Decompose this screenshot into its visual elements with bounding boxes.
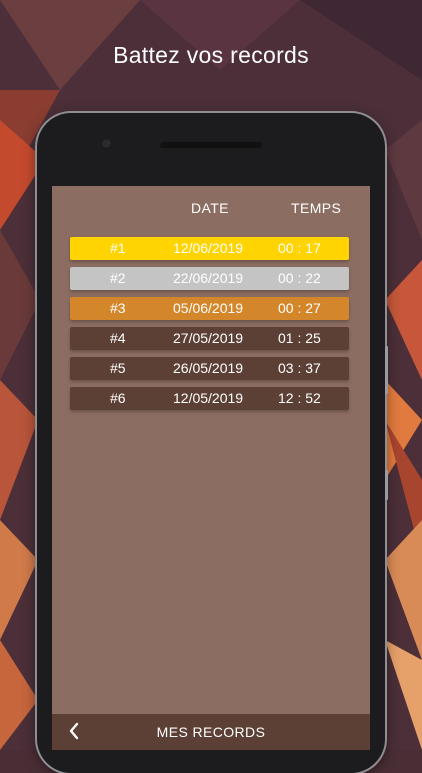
record-rank: #6 [110, 390, 126, 406]
record-time: 00 : 22 [278, 270, 321, 286]
record-date: 05/06/2019 [173, 300, 244, 316]
record-time: 03 : 37 [278, 360, 321, 376]
promo-title: Battez vos records [113, 42, 309, 68]
record-time: 00 : 17 [278, 240, 321, 256]
record-rank: #5 [110, 360, 126, 376]
screen-title: MES RECORDS [156, 724, 266, 740]
bottom-bar: MES RECORDS [52, 714, 370, 750]
column-header-time: TEMPS [291, 200, 342, 216]
record-row[interactable]: #3 05/06/2019 00 : 27 [70, 297, 349, 320]
record-rank: #3 [110, 300, 126, 316]
record-rank: #4 [110, 330, 126, 346]
record-rank: #1 [110, 240, 126, 256]
record-date: 27/05/2019 [173, 330, 244, 346]
record-row[interactable]: #5 26/05/2019 03 : 37 [70, 357, 349, 380]
record-time: 00 : 27 [278, 300, 321, 316]
power-button [385, 470, 388, 500]
record-date: 22/06/2019 [173, 270, 244, 286]
record-row[interactable]: #6 12/05/2019 12 : 52 [70, 387, 349, 410]
record-time: 01 : 25 [278, 330, 321, 346]
record-row[interactable]: #4 27/05/2019 01 : 25 [70, 327, 349, 350]
earpiece [160, 142, 262, 148]
record-rank: #2 [110, 270, 126, 286]
record-date: 12/06/2019 [173, 240, 244, 256]
volume-button [385, 346, 388, 394]
column-header-date: DATE [191, 200, 229, 216]
app-screen: DATE TEMPS #1 12/06/2019 00 : 17 #2 22/0… [52, 186, 370, 750]
record-row[interactable]: #2 22/06/2019 00 : 22 [70, 267, 349, 290]
record-row[interactable]: #1 12/06/2019 00 : 17 [70, 237, 349, 260]
record-date: 12/05/2019 [173, 390, 244, 406]
camera-icon [101, 138, 112, 149]
record-time: 12 : 52 [278, 390, 321, 406]
record-date: 26/05/2019 [173, 360, 244, 376]
